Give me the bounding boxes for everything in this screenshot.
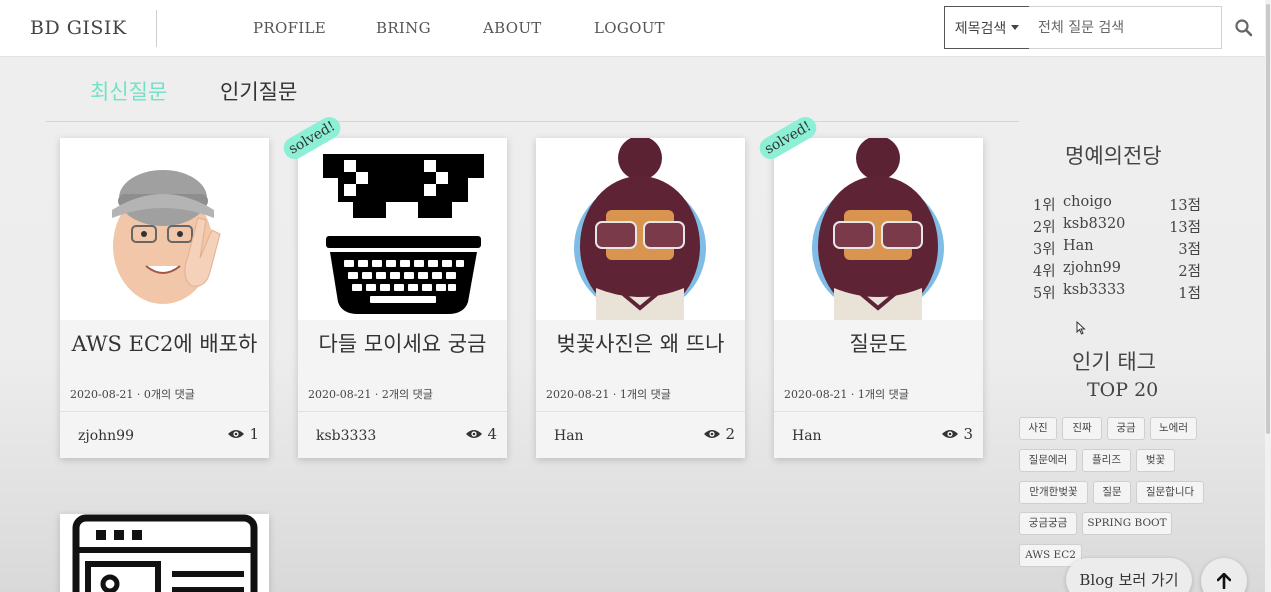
rank-position: 4위	[1033, 264, 1056, 280]
rank-position: 5위	[1033, 286, 1056, 302]
search-type-label: 제목검색	[954, 20, 1007, 37]
navbar: BD GISIK PROFILE BRING ABOUT LOGOUT 제목검색	[0, 0, 1271, 57]
card-thumbnail	[60, 138, 269, 320]
tag-chip[interactable]: 궁금	[1107, 417, 1145, 440]
card-view-count: 3	[941, 425, 973, 443]
rank-position: 1위	[1033, 198, 1056, 214]
popular-tags-title: 인기 태그	[1072, 350, 1156, 374]
card-divider	[536, 411, 745, 412]
card-meta: 2020-08-21 · 2개의 댓글	[308, 388, 433, 401]
tag-chip[interactable]: 사진	[1019, 417, 1057, 440]
card-divider	[60, 411, 269, 412]
question-card[interactable]: 벚꽃사진은 왜 뜨나 2020-08-21 · 1개의 댓글 Han 2	[536, 138, 745, 458]
popular-tags-subtitle: TOP 20	[1087, 379, 1159, 401]
rank-user[interactable]: choigo	[1063, 194, 1112, 210]
arrow-up-icon	[1217, 573, 1231, 589]
blog-link-button[interactable]: Blog 보러 가기	[1066, 558, 1192, 592]
card-divider	[774, 411, 983, 412]
tabs-divider	[46, 121, 1019, 122]
search-input[interactable]	[1029, 6, 1222, 49]
nav-link-about[interactable]: ABOUT	[483, 19, 542, 37]
card-thumbnail	[298, 138, 507, 320]
card-meta: 2020-08-21 · 0개의 댓글	[70, 388, 195, 401]
tag-chip[interactable]: 질문에러	[1019, 449, 1077, 472]
search-type-dropdown[interactable]: 제목검색	[944, 6, 1030, 49]
card-author: Han	[792, 428, 822, 444]
eye-icon	[466, 430, 483, 438]
bun-hair-avatar-icon	[574, 138, 706, 320]
tag-chip[interactable]: 궁금궁금	[1019, 512, 1077, 535]
rank-row: 2위 ksb8320 13점	[1033, 216, 1201, 238]
rank-score: 13점	[1169, 198, 1201, 214]
rank-user[interactable]: zjohn99	[1063, 260, 1121, 276]
tag-chip[interactable]: SPRING BOOT	[1082, 512, 1172, 535]
card-thumbnail	[536, 138, 745, 320]
question-card[interactable]: 질문도 2020-08-21 · 1개의 댓글 Han 3	[774, 138, 983, 458]
card-view-count: 1	[227, 425, 259, 443]
view-count-value: 3	[963, 425, 973, 443]
tag-chip[interactable]: 질문합니다	[1136, 481, 1204, 504]
card-title[interactable]: 질문도	[774, 328, 983, 358]
card-author: Han	[554, 428, 584, 444]
browser-window-icon	[60, 514, 269, 592]
tab-latest-questions[interactable]: 최신질문	[90, 76, 167, 106]
tag-chip[interactable]: 만개한벚꽃	[1019, 481, 1088, 504]
nav-link-profile[interactable]: PROFILE	[253, 19, 326, 37]
tab-popular-questions[interactable]: 인기질문	[220, 76, 297, 106]
card-title[interactable]: AWS EC2에 배포하	[60, 328, 269, 358]
bun-hair-avatar-icon	[812, 138, 944, 320]
tag-chip[interactable]: 진짜	[1062, 417, 1102, 440]
tag-chip[interactable]: 노에러	[1150, 417, 1197, 440]
card-view-count: 4	[465, 425, 497, 443]
rank-row: 4위 zjohn99 2점	[1033, 260, 1201, 282]
rank-score: 2점	[1178, 264, 1201, 280]
brand-divider	[156, 10, 157, 47]
tag-chip[interactable]: 질문	[1093, 481, 1131, 504]
nav-link-logout[interactable]: LOGOUT	[594, 19, 665, 37]
card-divider	[298, 411, 507, 412]
tag-chip[interactable]: 플리즈	[1082, 449, 1131, 472]
caret-down-icon	[1011, 25, 1020, 30]
rank-score: 1점	[1178, 286, 1201, 302]
rank-user[interactable]: ksb3333	[1063, 282, 1125, 298]
rank-row: 5위 ksb3333 1점	[1033, 282, 1201, 304]
rank-row: 3위 Han 3점	[1033, 238, 1201, 260]
mouse-cursor-icon	[1076, 321, 1086, 335]
view-count-value: 1	[249, 425, 259, 443]
question-card[interactable]: 다들 모이세요 궁금 2020-08-21 · 2개의 댓글 ksb3333 4	[298, 138, 507, 458]
card-view-count: 2	[703, 425, 735, 443]
view-count-value: 4	[487, 425, 497, 443]
rank-position: 3위	[1033, 242, 1056, 258]
card-thumbnail	[774, 138, 983, 320]
rank-user[interactable]: ksb8320	[1063, 216, 1125, 232]
rank-score: 3점	[1178, 242, 1201, 258]
card-author: zjohn99	[78, 428, 134, 444]
question-card[interactable]: AWS EC2에 배포하 2020-08-21 · 0개의 댓글 zjohn99…	[60, 138, 269, 458]
tag-chip[interactable]: 벚꽃	[1136, 449, 1175, 472]
scrollbar[interactable]	[1265, 0, 1271, 592]
view-count-value: 2	[725, 425, 735, 443]
question-card[interactable]	[60, 514, 269, 592]
card-author: ksb3333	[316, 428, 377, 444]
eye-icon	[228, 430, 245, 438]
pixel-glasses-typewriter-icon	[323, 154, 484, 314]
card-title[interactable]: 다들 모이세요 궁금	[298, 328, 507, 358]
search-icon[interactable]	[1234, 18, 1254, 38]
card-title[interactable]: 벚꽃사진은 왜 뜨나	[536, 328, 745, 358]
card-meta: 2020-08-21 · 1개의 댓글	[546, 388, 671, 401]
rank-row: 1위 choigo 13점	[1033, 194, 1201, 216]
scroll-to-top-button[interactable]	[1201, 558, 1247, 592]
eye-icon	[942, 430, 959, 438]
scrollbar-thumb[interactable]	[1266, 4, 1270, 434]
eye-icon	[704, 430, 721, 438]
nav-link-bring[interactable]: BRING	[376, 19, 431, 37]
rank-position: 2위	[1033, 220, 1056, 236]
card-meta: 2020-08-21 · 1개의 댓글	[784, 388, 909, 401]
memoji-avatar-icon	[112, 170, 221, 304]
brand-logo[interactable]: BD GISIK	[30, 17, 127, 39]
hall-of-fame-title: 명예의전당	[1065, 144, 1162, 168]
rank-score: 13점	[1169, 220, 1201, 236]
rank-user[interactable]: Han	[1063, 238, 1094, 254]
